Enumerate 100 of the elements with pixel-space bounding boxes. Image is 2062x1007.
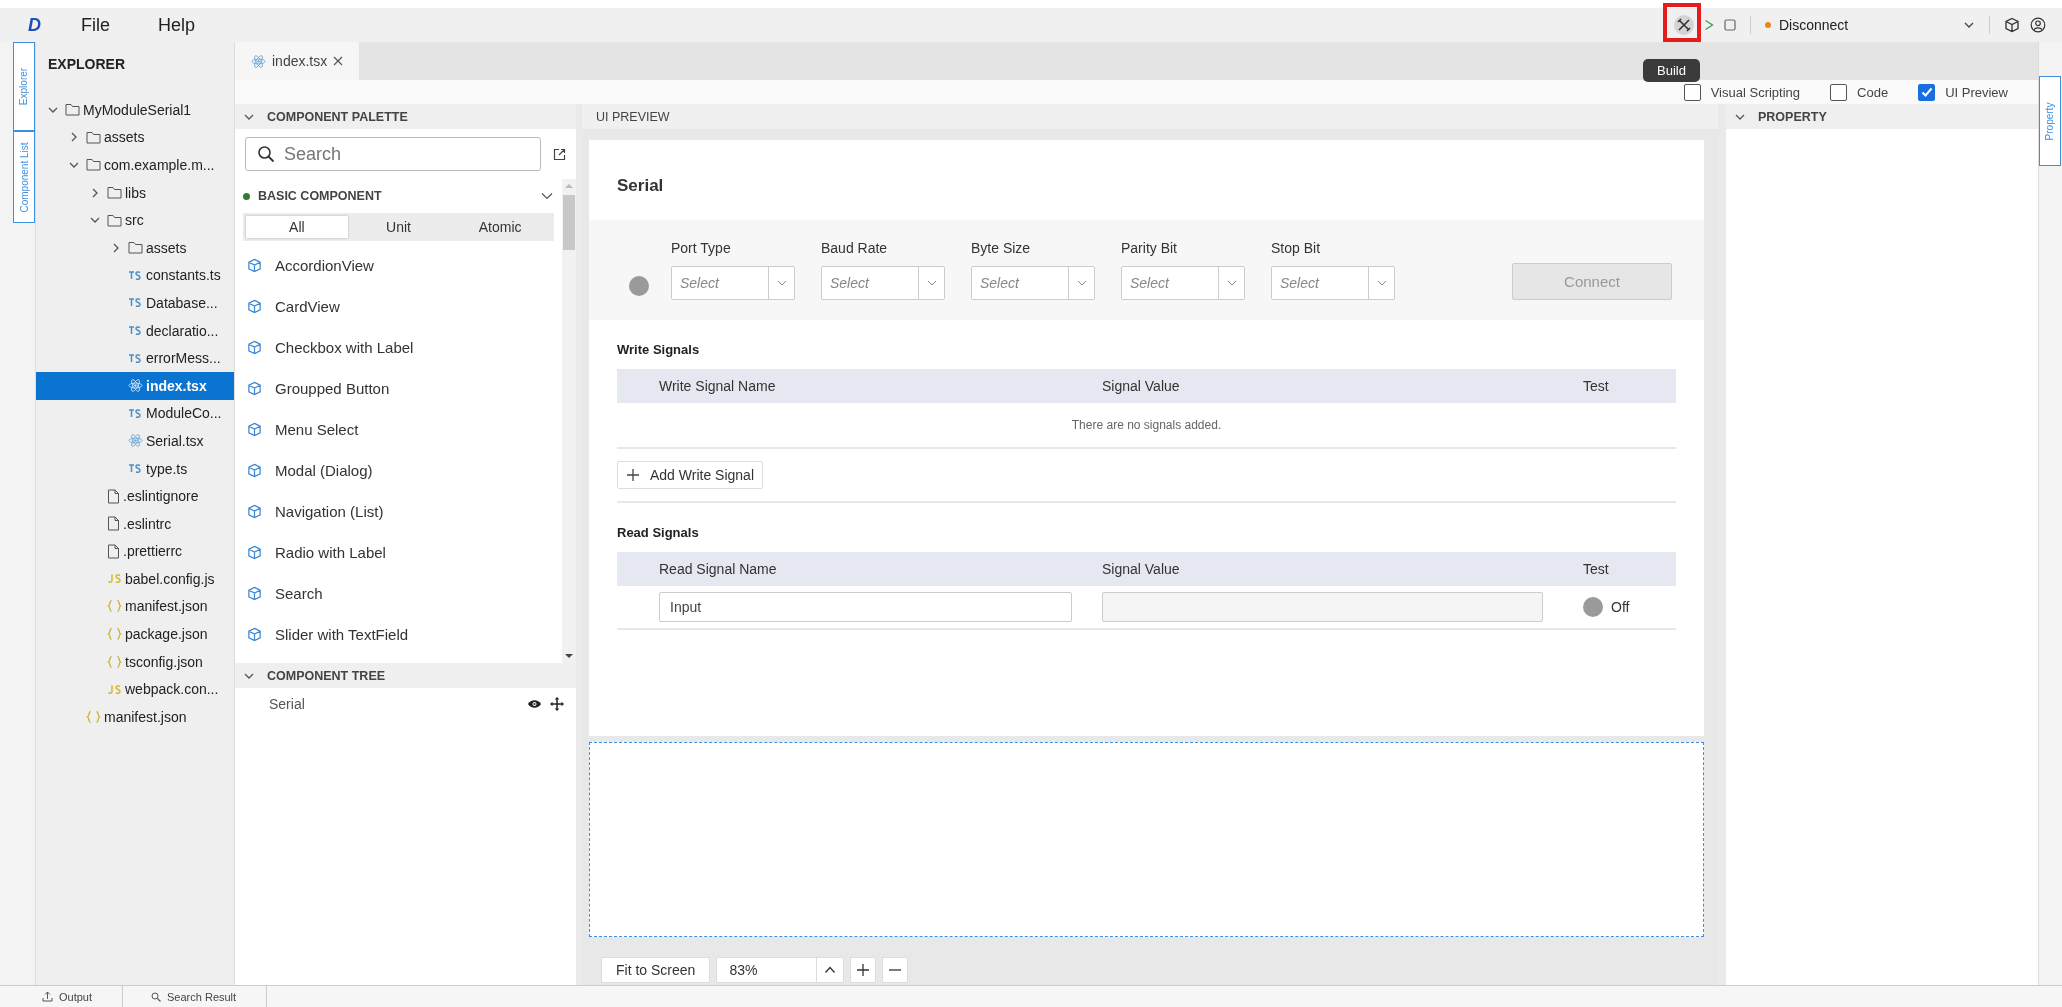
scroll-down-icon[interactable]	[565, 653, 573, 659]
select-dropdown[interactable]: Select	[671, 266, 795, 300]
typescript-file-icon	[128, 462, 143, 475]
chevron-down-icon	[1226, 279, 1237, 287]
scrollbar-thumb[interactable]	[563, 195, 575, 250]
eye-icon[interactable]	[527, 699, 542, 709]
play-icon[interactable]	[1704, 19, 1714, 31]
component-item[interactable]: Groupped Button	[243, 368, 554, 409]
connection-dropdown[interactable]: Disconnect	[1765, 17, 1975, 33]
typescript-file-icon	[128, 324, 143, 338]
tree-item[interactable]: Serial	[269, 696, 305, 712]
braces-icon	[107, 654, 122, 669]
tree-item[interactable]: manifest.json	[36, 703, 234, 731]
stop-icon[interactable]	[1724, 19, 1736, 31]
chevron-down-icon	[1076, 279, 1087, 287]
component-item[interactable]: CardView	[243, 286, 554, 327]
build-button[interactable]	[1674, 15, 1694, 35]
bottom-tab[interactable]: Output	[14, 986, 124, 1007]
select-dropdown[interactable]: Select	[821, 266, 945, 300]
search-icon	[151, 991, 162, 1002]
menu-item[interactable]: File	[81, 14, 110, 36]
menu-item[interactable]: Help	[158, 14, 196, 36]
component-item[interactable]: Menu Select	[243, 409, 554, 450]
tree-item[interactable]: package.json	[36, 620, 234, 648]
plus-icon	[626, 468, 640, 482]
tree-item[interactable]: assets	[36, 123, 234, 152]
scrollbar[interactable]	[562, 179, 576, 663]
chevron-up-icon	[824, 966, 837, 974]
tree-item[interactable]: libs	[36, 178, 234, 207]
column-header: Read Signal Name	[659, 561, 778, 577]
search-field[interactable]: Search	[245, 137, 541, 171]
tree-item[interactable]: .eslintrc	[36, 509, 234, 538]
plus-icon	[857, 964, 870, 976]
signal-value-field[interactable]	[1102, 592, 1543, 622]
zoom-select[interactable]: 83%	[716, 957, 845, 983]
tree-item[interactable]: com.example.m...	[36, 151, 234, 179]
component-item[interactable]: Modal (Dialog)	[243, 450, 554, 491]
column-header: Test	[1583, 378, 1610, 394]
side-tab[interactable]: Property	[2039, 76, 2061, 166]
field-label: Port Type	[671, 240, 732, 256]
chevron-down-icon	[1376, 279, 1387, 287]
editor-tab[interactable]: index.tsx	[235, 42, 360, 80]
zoom-out-button[interactable]	[882, 957, 909, 983]
select-dropdown[interactable]: Select	[1121, 266, 1245, 300]
filter-tab[interactable]: Unit	[347, 216, 450, 238]
view-checkbox[interactable]: Visual Scripting	[1683, 83, 1801, 101]
chevron-down-icon	[776, 279, 787, 287]
select-dropdown[interactable]: Select	[1271, 266, 1395, 300]
bottom-tab[interactable]: Search Result	[123, 986, 268, 1007]
component-item[interactable]: Navigation (List)	[243, 491, 554, 532]
user-icon[interactable]	[2030, 17, 2046, 33]
tree-item[interactable]: webpack.con...	[36, 675, 234, 704]
signal-name-field[interactable]: Input	[659, 592, 1072, 622]
tree-item[interactable]: manifest.json	[36, 592, 234, 621]
component-item[interactable]: Checkbox with Label	[243, 327, 554, 368]
add-signal-button[interactable]: Add Write Signal	[617, 461, 763, 489]
filter-tab[interactable]: Atomic	[449, 216, 551, 238]
tree-item[interactable]: .eslintignore	[36, 482, 234, 510]
search-icon	[257, 145, 275, 163]
cube-icon[interactable]	[2004, 17, 2020, 33]
chevron-down-icon[interactable]	[540, 190, 554, 202]
tree-item[interactable]: .prettierrc	[36, 537, 234, 566]
tree-item[interactable]: MyModuleSerial1	[36, 96, 234, 124]
cube-icon	[247, 463, 262, 478]
file-icon	[107, 516, 120, 532]
component-item[interactable]: Slider with TextField	[243, 614, 554, 655]
tree-item[interactable]: Serial.tsx	[36, 427, 234, 455]
tree-item[interactable]: type.ts	[36, 454, 234, 483]
panel-title: EXPLORER	[47, 55, 126, 74]
zoom-in-button[interactable]	[850, 957, 877, 983]
cube-icon	[247, 627, 262, 642]
move-icon[interactable]	[550, 697, 564, 711]
checkmark-icon	[1919, 85, 1934, 99]
side-tab[interactable]: Component List	[13, 131, 35, 223]
filter-tab[interactable]: All	[246, 216, 348, 238]
fit-to-screen-button[interactable]: Fit to Screen	[601, 957, 711, 983]
column-header: Write Signal Name	[659, 378, 777, 394]
component-item[interactable]: Radio with Label	[243, 532, 554, 573]
component-item[interactable]: AccordionView	[243, 245, 554, 286]
tree-item[interactable]: assets	[36, 233, 234, 262]
tree-item[interactable]: src	[36, 206, 234, 234]
tree-item[interactable]: errorMess...	[36, 344, 234, 372]
tree-item[interactable]: index.tsx	[36, 371, 234, 400]
tree-item[interactable]: constants.ts	[36, 261, 234, 290]
component-item[interactable]: Search	[243, 573, 554, 614]
view-checkbox[interactable]: Code	[1830, 83, 1889, 101]
cube-icon	[247, 545, 262, 560]
tree-item[interactable]: ModuleCo...	[36, 399, 234, 428]
tree-item[interactable]: declaratio...	[36, 316, 234, 345]
side-tab[interactable]: Explorer	[13, 42, 35, 131]
tree-item[interactable]: tsconfig.json	[36, 647, 234, 676]
view-checkbox[interactable]: UI Preview	[1918, 83, 2008, 101]
external-link-icon[interactable]	[553, 147, 566, 161]
column-header: Signal Value	[1102, 378, 1181, 394]
folder-icon	[86, 158, 101, 172]
close-icon[interactable]	[333, 56, 344, 66]
select-dropdown[interactable]: Select	[971, 266, 1095, 300]
tree-item[interactable]: babel.config.js	[36, 565, 234, 593]
tree-item[interactable]: Database...	[36, 289, 234, 317]
field-label: Baud Rate	[821, 240, 889, 256]
